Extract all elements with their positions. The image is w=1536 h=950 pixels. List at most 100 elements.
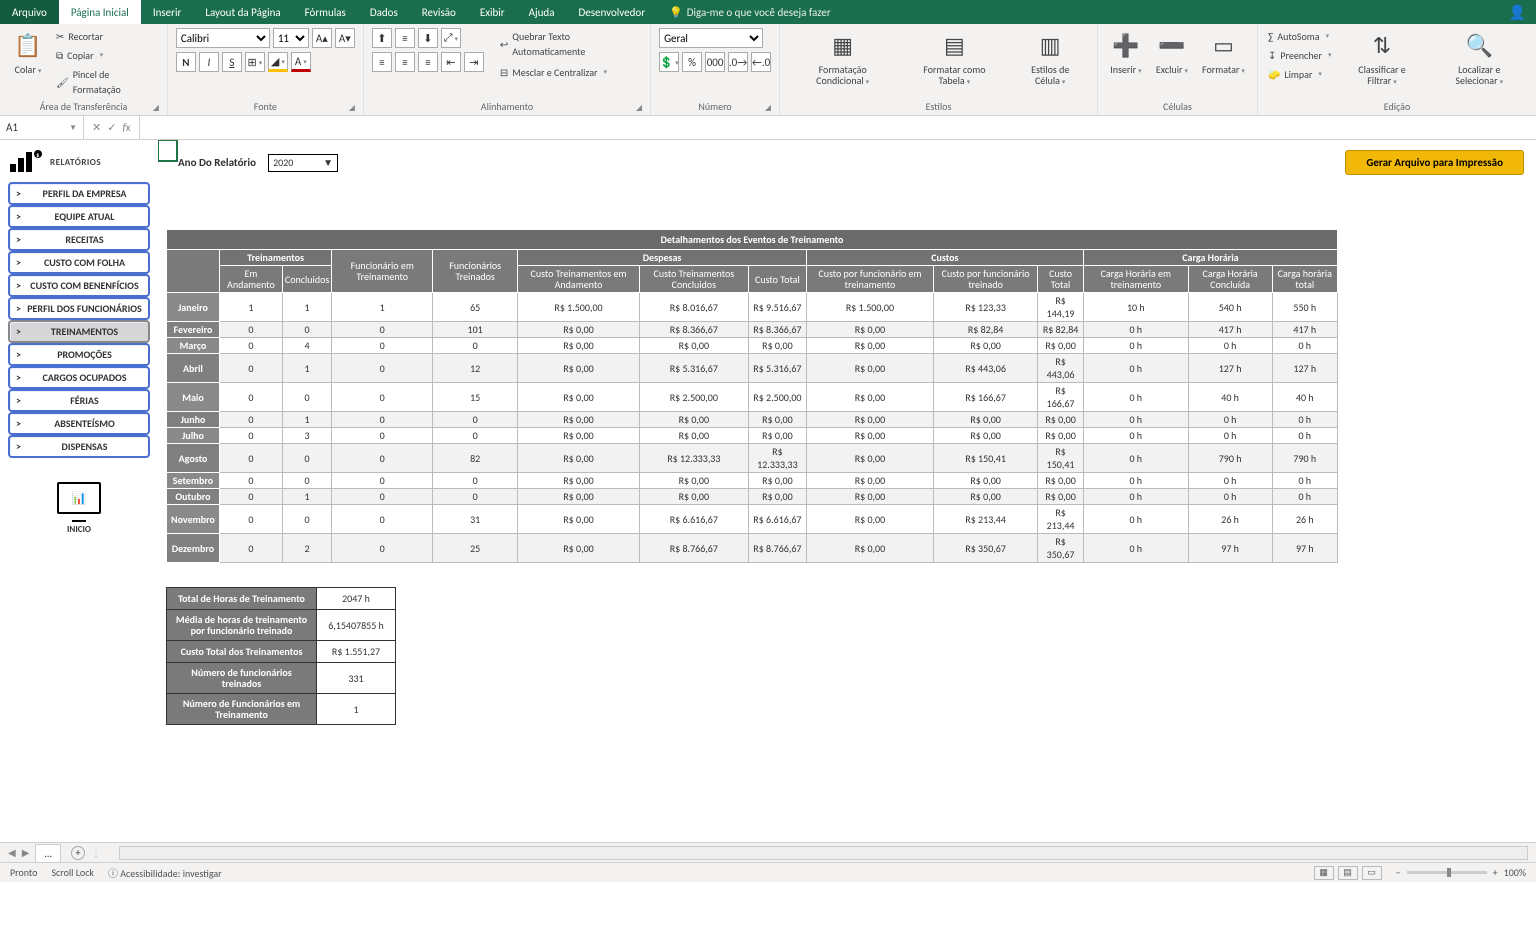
align-right-icon[interactable]: ≡ [418, 52, 438, 72]
format-as-table-button[interactable]: ▤Formatar como Tabela [903, 28, 1005, 88]
enter-formula-icon[interactable]: ✓ [107, 121, 116, 134]
zoom-level[interactable]: 100% [1504, 866, 1526, 879]
bold-button[interactable]: N [176, 52, 196, 72]
sidebar-item-2[interactable]: >RECEITAS [8, 228, 150, 251]
dialog-launcher-icon[interactable]: ◢ [765, 103, 771, 113]
tab-file[interactable]: Arquivo [0, 0, 59, 24]
font-size-select[interactable]: 11 [273, 28, 309, 48]
fx-icon[interactable]: fx [122, 121, 130, 134]
dialog-launcher-icon[interactable]: ◢ [349, 103, 355, 113]
chevron-right-icon: > [16, 234, 21, 245]
view-normal-icon[interactable]: ▦ [1314, 866, 1334, 880]
fill-color-button[interactable]: ◢ [268, 52, 288, 72]
tab-layout[interactable]: Layout da Página [193, 0, 292, 24]
sheet-nav-prev[interactable]: ◀ [8, 846, 16, 859]
inicio-button[interactable]: 📊 INICIO [8, 482, 150, 535]
dialog-launcher-icon[interactable]: ◢ [153, 103, 159, 113]
dialog-launcher-icon[interactable]: ◢ [636, 103, 642, 113]
sidebar-item-1[interactable]: >EQUIPE ATUAL [8, 205, 150, 228]
tab-view[interactable]: Exibir [468, 0, 517, 24]
insert-cells-button[interactable]: ➕Inserir [1106, 28, 1146, 77]
underline-button[interactable]: S [222, 52, 242, 72]
number-format-select[interactable]: Geral [659, 28, 763, 48]
format-painter-button[interactable]: 🖌Pincel de Formatação [54, 66, 159, 98]
autosum-button[interactable]: ∑AutoSoma [1266, 28, 1334, 45]
indent-decrease-icon[interactable]: ⇤ [441, 52, 461, 72]
tab-data[interactable]: Dados [358, 0, 410, 24]
view-page-break-icon[interactable]: ▭ [1362, 866, 1382, 880]
merge-center-button[interactable]: ⊟Mesclar e Centralizar [498, 64, 642, 81]
increase-decimal-icon[interactable]: .0→ [728, 52, 748, 72]
sidebar-item-10[interactable]: >ABSENTEÍSMO [8, 412, 150, 435]
font-color-button[interactable]: A [291, 52, 311, 72]
align-top-icon[interactable]: ⬆ [372, 28, 392, 48]
tab-review[interactable]: Revisão [410, 0, 468, 24]
decrease-font-icon[interactable]: A▾ [335, 28, 355, 48]
sidebar-item-3[interactable]: >CUSTO COM FOLHA [8, 251, 150, 274]
sidebar-item-6[interactable]: >TREINAMENTOS [8, 320, 150, 343]
tab-developer[interactable]: Desenvolvedor [566, 0, 657, 24]
cut-button[interactable]: ✂Recortar [54, 28, 159, 45]
sidebar-item-11[interactable]: >DISPENSAS [8, 435, 150, 458]
lightbulb-icon: 💡 [669, 6, 683, 19]
formula-input[interactable] [140, 116, 1536, 139]
fill-button[interactable]: ↧Preencher [1266, 47, 1334, 64]
sidebar-item-8[interactable]: >CARGOS OCUPADOS [8, 366, 150, 389]
cancel-formula-icon[interactable]: ✕ [92, 121, 101, 134]
font-name-select[interactable]: Calibri [176, 28, 270, 48]
table-icon: ▤ [938, 30, 970, 62]
sheet-tab-active[interactable]: ... [35, 844, 61, 862]
increase-font-icon[interactable]: A▴ [312, 28, 332, 48]
chevron-right-icon: > [16, 441, 21, 452]
accounting-format-icon[interactable]: 💲 [659, 52, 679, 72]
status-accessibility[interactable]: ⓘ Acessibilidade: investigar [108, 865, 222, 880]
percent-format-icon[interactable]: % [682, 52, 702, 72]
align-bottom-icon[interactable]: ⬇ [418, 28, 438, 48]
borders-button[interactable]: ⊞ [245, 52, 265, 72]
summary-row: Média de horas de treinamento por funcio… [167, 610, 396, 641]
zoom-out-button[interactable]: − [1396, 866, 1401, 879]
tab-insert[interactable]: Inserir [141, 0, 194, 24]
delete-icon: ➖ [1156, 30, 1188, 62]
tell-me[interactable]: 💡Diga-me o que você deseja fazer [657, 0, 843, 24]
align-left-icon[interactable]: ≡ [372, 52, 392, 72]
sidebar-item-0[interactable]: >PERFIL DA EMPRESA [8, 182, 150, 205]
zoom-slider[interactable] [1407, 871, 1487, 874]
share-icon[interactable]: 👤 [1509, 4, 1526, 21]
format-cells-button[interactable]: ▭Formatar [1198, 28, 1249, 77]
tab-help[interactable]: Ajuda [517, 0, 567, 24]
conditional-format-button[interactable]: ▦Formatação Condicional [788, 28, 897, 88]
sheet-nav-next[interactable]: ▶ [22, 846, 30, 859]
indent-increase-icon[interactable]: ⇥ [464, 52, 484, 72]
align-middle-icon[interactable]: ≡ [395, 28, 415, 48]
zoom-in-button[interactable]: + [1493, 866, 1498, 879]
italic-button[interactable]: I [199, 52, 219, 72]
generate-print-button[interactable]: Gerar Arquivo para Impressão [1345, 150, 1524, 175]
cell-styles-button[interactable]: ▥Estilos de Célula [1012, 28, 1089, 88]
new-sheet-button[interactable]: + [71, 846, 85, 860]
sidebar-item-4[interactable]: >CUSTO COM BENENFÍCIOS [8, 274, 150, 297]
name-box[interactable]: A1▼ [0, 116, 84, 139]
sort-filter-button[interactable]: ⇅Classificar e Filtrar [1340, 28, 1425, 88]
align-center-icon[interactable]: ≡ [395, 52, 415, 72]
view-page-layout-icon[interactable]: ▤ [1338, 866, 1358, 880]
copy-button[interactable]: ⧉Copiar [54, 47, 159, 64]
tab-formulas[interactable]: Fórmulas [293, 0, 358, 24]
selected-cell-a1[interactable] [158, 140, 178, 162]
paste-button[interactable]: 📋Colar [8, 28, 48, 77]
delete-cells-button[interactable]: ➖Excluir [1152, 28, 1192, 77]
comma-format-icon[interactable]: 000 [705, 52, 725, 72]
sidebar-item-9[interactable]: >FÉRIAS [8, 389, 150, 412]
wrap-text-button[interactable]: ↩Quebrar Texto Automaticamente [498, 28, 642, 60]
chevron-right-icon: > [16, 418, 21, 429]
sidebar-item-7[interactable]: >PROMOÇÕES [8, 343, 150, 366]
tab-home[interactable]: Página Inicial [59, 0, 141, 24]
horizontal-scrollbar[interactable] [119, 846, 1528, 860]
sidebar-item-5[interactable]: >PERFIL DOS FUNCIONÁRIOS [8, 297, 150, 320]
clear-button[interactable]: 🧽Limpar [1266, 66, 1334, 83]
find-select-button[interactable]: 🔍Localizar e Selecionar [1431, 28, 1529, 88]
decrease-decimal-icon[interactable]: ←.0 [751, 52, 771, 72]
year-select[interactable]: 2020▼ [268, 154, 338, 172]
orientation-icon[interactable]: ⤢ [441, 28, 461, 48]
chevron-right-icon: > [16, 280, 21, 291]
